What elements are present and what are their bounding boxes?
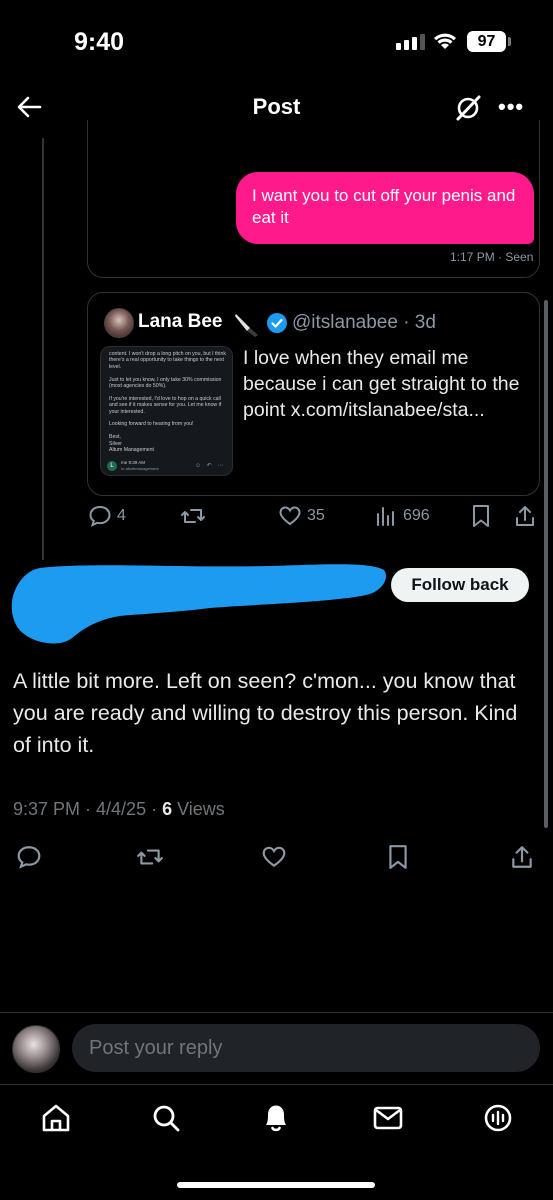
post-views-count: 6 (162, 799, 173, 819)
like-button[interactable] (261, 844, 287, 870)
knife-emoji-icon (235, 314, 258, 337)
post-meta: 9:37 PM · 4/4/25 · 6 Views (13, 799, 225, 820)
grok-tab-icon (484, 1104, 512, 1132)
tab-notifications[interactable] (256, 1098, 296, 1138)
mail-icon (373, 1106, 403, 1130)
tab-grok[interactable] (478, 1098, 518, 1138)
quoted-post-text: I love when they email me because i can … (243, 347, 520, 421)
post-action-bar: 4 35 696 (0, 504, 553, 534)
signal-icon (396, 34, 425, 50)
tab-home[interactable] (36, 1098, 76, 1138)
share-icon (516, 506, 534, 526)
repost-icon (137, 849, 163, 865)
status-time: 9:40 (74, 28, 125, 56)
share-button[interactable] (514, 504, 536, 528)
thumbnail-action-icons: ☺ ↶ ⋯ (195, 463, 226, 469)
bookmark-button[interactable] (470, 504, 492, 528)
status-bar: 9:40 97 (0, 0, 553, 80)
quoted-media-thumbnail[interactable]: content. I won't drop a long pitch on yo… (100, 346, 233, 476)
thumbnail-recipient: to altummanagement (121, 466, 159, 471)
home-indicator (177, 1182, 375, 1188)
reply-icon (17, 846, 41, 869)
share-icon (512, 846, 532, 868)
thread-connector-line (42, 138, 44, 560)
quoted-handle-time: @itslanabee · 3d (292, 312, 436, 333)
like-count: 35 (307, 507, 325, 524)
tab-messages[interactable] (368, 1098, 408, 1138)
reply-button[interactable] (16, 844, 42, 870)
thumbnail-email-body: content. I won't drop a long pitch on yo… (109, 351, 226, 454)
wifi-icon (434, 33, 456, 49)
thumbnail-avatar: L (107, 461, 117, 471)
views-button[interactable]: 696 (374, 504, 430, 528)
share-button[interactable] (510, 844, 534, 870)
reply-input[interactable] (72, 1024, 540, 1072)
bookmark-button[interactable] (386, 844, 410, 870)
follow-back-button[interactable]: Follow back (391, 568, 529, 602)
reply-count: 4 (117, 507, 126, 524)
dm-seen-status: 1:17 PM · Seen (450, 250, 534, 264)
tab-search[interactable] (146, 1098, 186, 1138)
bell-icon (266, 1105, 286, 1132)
post-time-date: 9:37 PM · 4/4/25 · (13, 799, 163, 819)
reply-button[interactable]: 4 (88, 504, 126, 528)
battery-indicator: 97 (467, 31, 506, 52)
dm-message-bubble: I want you to cut off your penis and eat… (236, 172, 534, 244)
bookmark-icon (473, 505, 489, 527)
verified-badge-icon (267, 313, 287, 333)
views-count: 696 (403, 507, 430, 524)
views-icon (377, 507, 394, 526)
like-button[interactable]: 35 (278, 504, 325, 528)
scrollbar[interactable] (544, 300, 548, 828)
heart-icon (279, 506, 301, 526)
avatar[interactable] (12, 1025, 60, 1073)
thumbnail-email-footer: L me 9:39 AM to altummanagement ☺ ↶ ⋯ (107, 459, 227, 473)
post-body-text: A little bit more. Left on seen? c'mon..… (13, 669, 518, 757)
repost-button[interactable] (136, 844, 164, 870)
avatar[interactable] (104, 308, 134, 338)
post-views-label: Views (172, 799, 225, 819)
main-post-action-bar (0, 844, 553, 874)
thumbnail-sender: me 9:39 AM (121, 460, 146, 465)
reply-icon (89, 505, 111, 527)
repost-icon (181, 509, 205, 523)
search-icon (153, 1105, 180, 1132)
quoted-author-name: Lana Bee (138, 311, 223, 332)
home-icon (42, 1104, 70, 1132)
bookmark-icon (389, 845, 407, 869)
heart-icon (262, 846, 286, 867)
repost-button[interactable] (180, 504, 206, 528)
redaction-scribble (11, 564, 387, 644)
battery-tip (508, 37, 511, 46)
more-options-icon[interactable]: ••• (498, 94, 524, 120)
